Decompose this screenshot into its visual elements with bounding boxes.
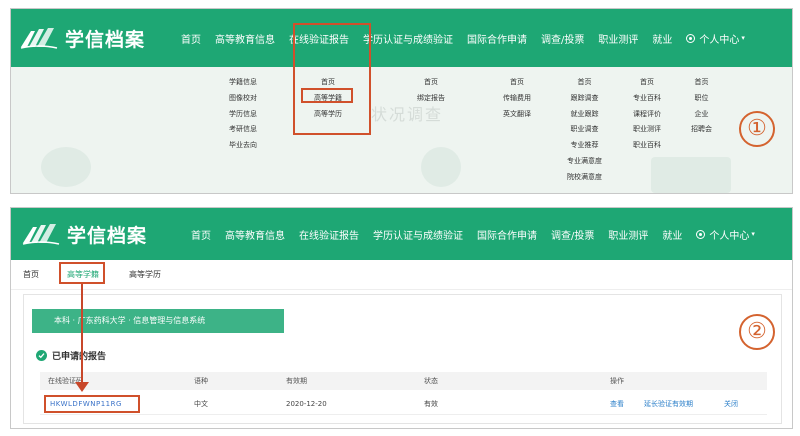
column-header-actions: 操作 [610, 377, 624, 385]
brand-name: 学信档案 [65, 28, 146, 51]
user-icon [686, 33, 696, 43]
column-header-status: 状态 [424, 377, 438, 385]
table-header: 在线验证码 语种 有效期 状态 操作 [40, 372, 767, 390]
menu-item[interactable]: 图像校对 [229, 91, 257, 107]
menu-item[interactable]: 专业满意度 [567, 154, 602, 170]
nav-home[interactable]: 首页 [181, 31, 201, 46]
nav-survey[interactable]: 调查/投票 [551, 227, 594, 242]
menu-item[interactable]: 首页 [510, 75, 524, 91]
site-logo[interactable]: 学信档案 [21, 208, 147, 260]
main-nav: 首页 高等教育信息 在线验证报告 学历认证与成绩验证 国际合作申请 调查/投票 … [191, 208, 755, 260]
table-row: HKWLDFWNP11RG 中文 2020-12-20 有效 查看 延长验证有效… [40, 393, 767, 415]
nav-online-report[interactable]: 在线验证报告 [299, 227, 359, 242]
menu-item[interactable]: 职位 [695, 91, 709, 107]
main-nav: 首页 高等教育信息 在线验证报告 学历认证与成绩验证 国际合作申请 调查/投票 … [181, 9, 745, 67]
menu-item[interactable]: 绑定报告 [417, 91, 445, 107]
menu-item[interactable]: 招聘会 [691, 122, 712, 138]
background-decoration [421, 147, 461, 187]
screenshot-panel-report: 学信档案 首页 高等教育信息 在线验证报告 学历认证与成绩验证 国际合作申请 调… [10, 207, 793, 429]
nav-home[interactable]: 首页 [191, 227, 211, 242]
top-navbar: 学信档案 首页 高等教育信息 在线验证报告 学历认证与成绩验证 国际合作申请 调… [11, 208, 792, 260]
menu-item[interactable]: 专业百科 [633, 91, 661, 107]
expiry-cell: 2020-12-20 [286, 400, 327, 408]
column-header-language: 语种 [194, 377, 208, 385]
view-link[interactable]: 查看 [610, 393, 624, 415]
menu-item[interactable]: 企业 [695, 107, 709, 123]
menu-item[interactable]: 传输费用 [503, 91, 531, 107]
report-panel: 本科 · 广东药科大学 · 信息管理与信息系统 已申请的报告 在线验证码 语种 … [23, 294, 782, 424]
background-decoration [41, 147, 91, 187]
menu-item[interactable]: 英文翻译 [503, 107, 531, 123]
column-header-expiry: 有效期 [286, 377, 307, 385]
status-cell: 有效 [424, 400, 438, 408]
user-icon [696, 229, 706, 239]
extend-validity-link[interactable]: 延长验证有效期 [644, 393, 693, 415]
menu-item[interactable]: 院校满意度 [567, 170, 602, 186]
chevron-down-icon: ▾ [741, 34, 745, 42]
highlight-box-subnav [59, 262, 105, 284]
nav-higher-education[interactable]: 高等教育信息 [215, 31, 275, 46]
user-menu[interactable]: 个人中心 ▾ [686, 31, 745, 46]
dropdown-column-verification: 首页 绑定报告 [417, 75, 445, 107]
subnav-home[interactable]: 首页 [23, 269, 39, 280]
nav-employment[interactable]: 就业 [662, 227, 682, 242]
book-logo-icon [20, 28, 58, 49]
dropdown-column-survey: 首页 跟踪调查 就业跟踪 职业调查 专业推荐 专业满意度 院校满意度 [567, 75, 602, 186]
step-marker-1: ① [739, 111, 775, 147]
screenshot-panel-dropdown: 学信档案 首页 高等教育信息 在线验证报告 学历认证与成绩验证 国际合作申请 调… [10, 8, 793, 194]
menu-item[interactable]: 首页 [640, 75, 654, 91]
menu-item[interactable]: 首页 [424, 75, 438, 91]
user-menu-label: 个人中心 [699, 34, 740, 46]
arrow-line [81, 284, 83, 386]
nav-employment[interactable]: 就业 [652, 31, 672, 46]
menu-item[interactable]: 职业测评 [633, 122, 661, 138]
nav-international[interactable]: 国际合作申请 [477, 227, 537, 242]
nav-higher-education[interactable]: 高等教育信息 [225, 227, 285, 242]
menu-item[interactable]: 考研信息 [229, 122, 257, 138]
menu-item[interactable]: 专业推荐 [571, 138, 599, 154]
step-marker-2: ② [739, 314, 775, 350]
nav-international[interactable]: 国际合作申请 [467, 31, 527, 46]
menu-item[interactable]: 课程评价 [633, 107, 661, 123]
menu-item[interactable]: 学历信息 [229, 107, 257, 123]
menu-item[interactable]: 职业百科 [633, 138, 661, 154]
nav-career-test[interactable]: 职业测评 [608, 227, 648, 242]
menu-item[interactable]: 就业跟踪 [571, 107, 599, 123]
site-logo[interactable]: 学信档案 [19, 9, 145, 67]
menu-item[interactable]: 职业调查 [571, 122, 599, 138]
subnav-higher-degree[interactable]: 高等学历 [129, 269, 161, 280]
menu-item[interactable]: 跟踪调查 [571, 91, 599, 107]
user-menu-label: 个人中心 [709, 230, 750, 242]
section-title-text: 已申请的报告 [52, 352, 107, 362]
nav-degree-verification[interactable]: 学历认证与成绩验证 [373, 227, 463, 242]
dropdown-column-employment: 首页 职位 企业 招聘会 [691, 75, 712, 138]
close-link[interactable]: 关闭 [724, 393, 738, 415]
dropdown-column-education: 学籍信息 图像校对 学历信息 考研信息 毕业去向 [229, 75, 257, 154]
section-title: 已申请的报告 [36, 349, 106, 362]
highlight-box-nav [293, 23, 371, 135]
menu-item[interactable]: 首页 [695, 75, 709, 91]
nav-career-test[interactable]: 职业测评 [598, 31, 638, 46]
nav-survey[interactable]: 调查/投票 [541, 31, 584, 46]
check-circle-icon [36, 350, 47, 361]
menu-item[interactable]: 首页 [578, 75, 592, 91]
dropdown-column-international: 首页 传输费用 英文翻译 [503, 75, 531, 122]
arrow-down-icon [75, 382, 89, 392]
menu-item[interactable]: 毕业去向 [229, 138, 257, 154]
enrollment-banner: 本科 · 广东药科大学 · 信息管理与信息系统 [32, 309, 284, 333]
highlight-box-menu-item [301, 88, 353, 103]
top-navbar: 学信档案 首页 高等教育信息 在线验证报告 学历认证与成绩验证 国际合作申请 调… [11, 9, 792, 67]
background-decoration [651, 157, 731, 193]
dropdown-column-career: 首页 专业百科 课程评价 职业测评 职业百科 [633, 75, 661, 154]
chevron-down-icon: ▾ [751, 230, 755, 238]
sub-navigation: 首页 高等学籍 高等学历 [11, 260, 792, 290]
user-menu[interactable]: 个人中心 ▾ [696, 227, 755, 242]
menu-item[interactable]: 学籍信息 [229, 75, 257, 91]
language-cell: 中文 [194, 400, 208, 408]
book-logo-icon [22, 224, 60, 245]
nav-degree-verification[interactable]: 学历认证与成绩验证 [363, 31, 453, 46]
highlight-box-code [44, 395, 140, 413]
dropdown-menu: 状况调查 学籍信息 图像校对 学历信息 考研信息 毕业去向 首页 高等学籍 高等… [11, 67, 792, 193]
brand-name: 学信档案 [67, 224, 148, 247]
